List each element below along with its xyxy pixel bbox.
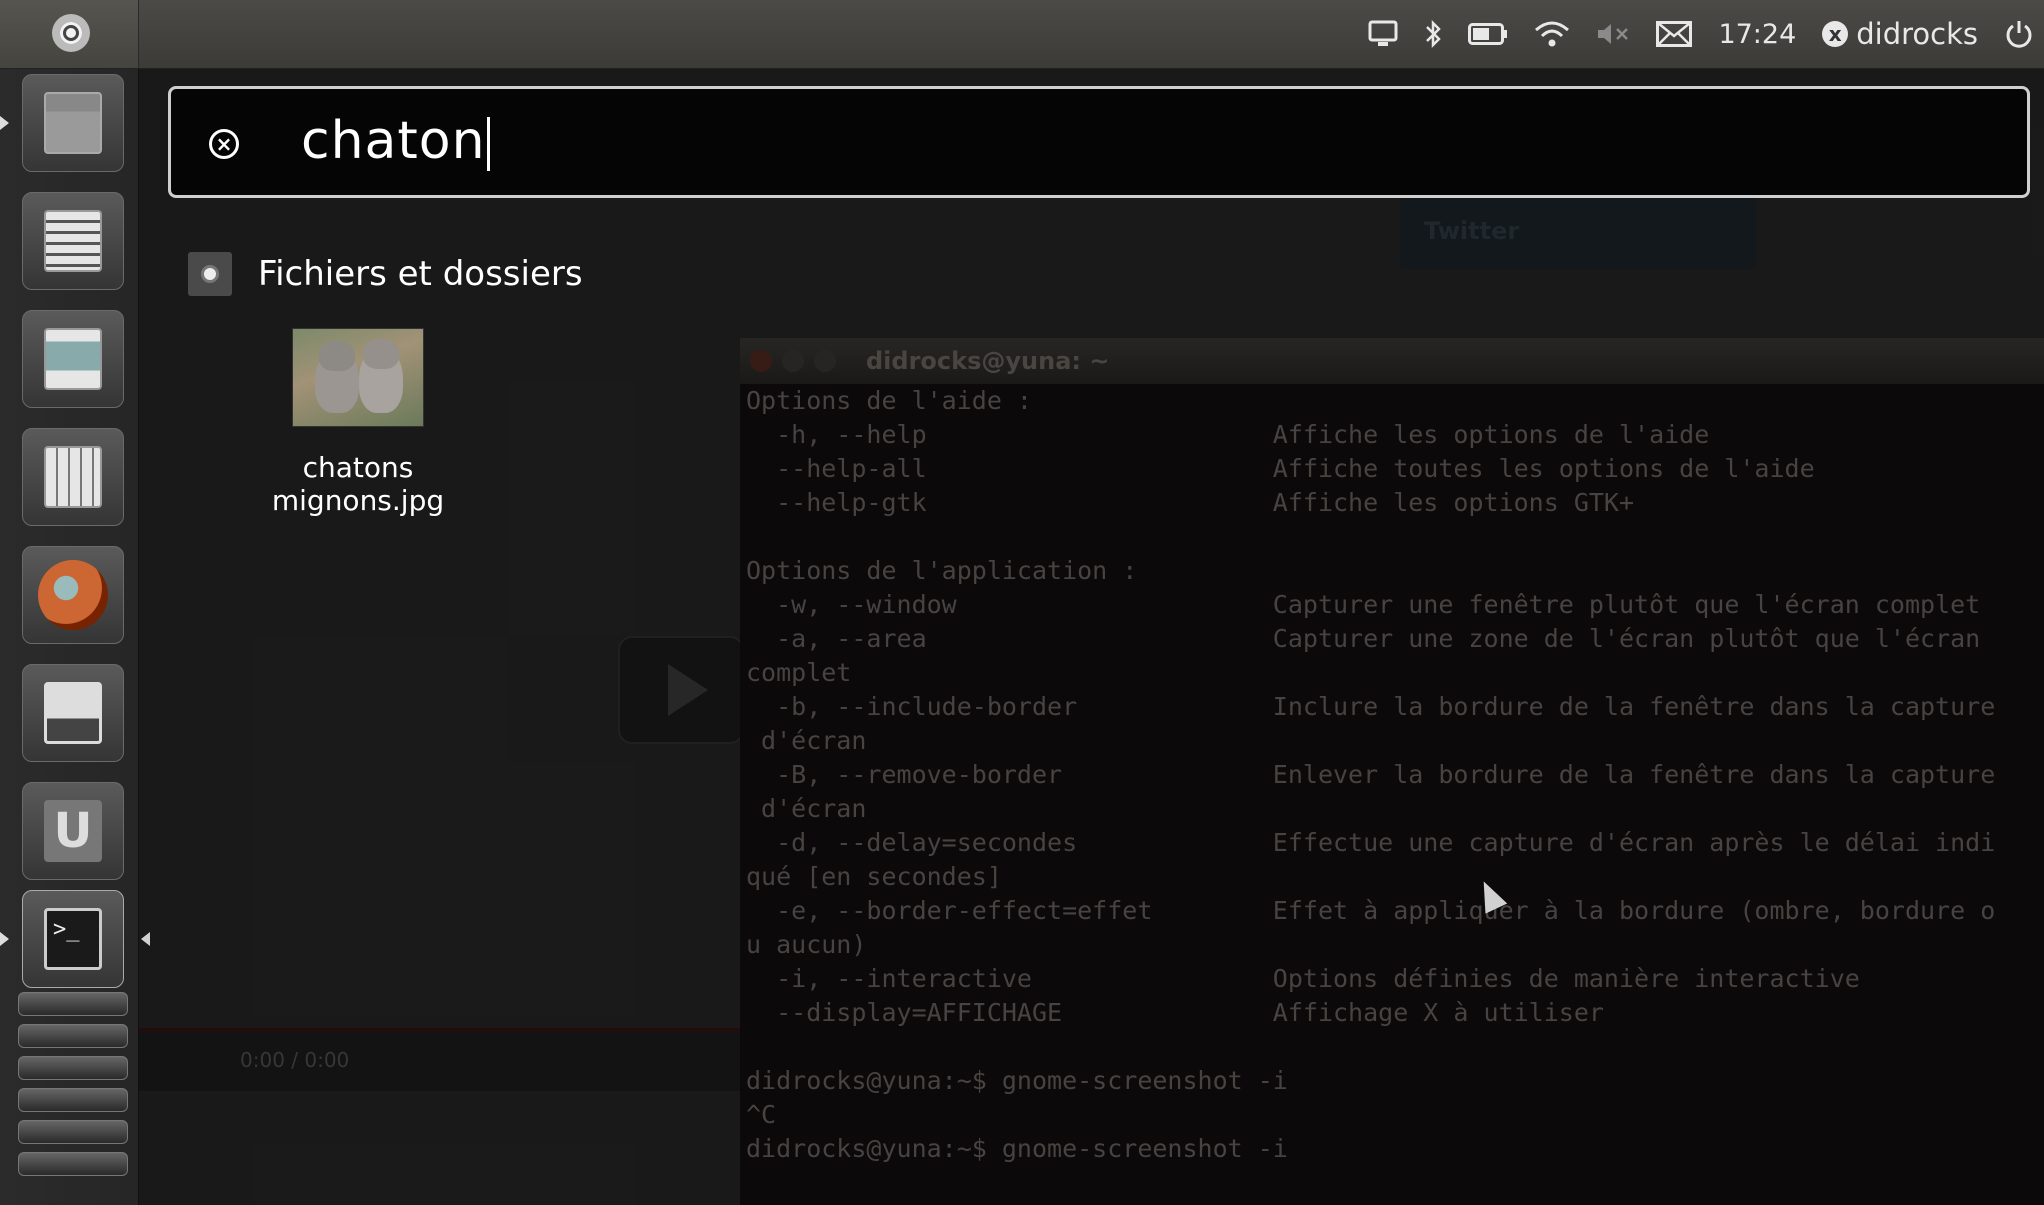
top-panel: 17:24 x didrocks xyxy=(0,0,2044,69)
user-status-icon: x xyxy=(1822,21,1849,47)
text-caret xyxy=(486,117,490,171)
firefox-icon xyxy=(38,560,108,630)
dash-home-button[interactable] xyxy=(0,0,139,68)
user-name: didrocks xyxy=(1856,17,1978,51)
wifi-icon[interactable] xyxy=(1534,20,1570,48)
terminal-icon: >_ xyxy=(44,908,102,970)
search-input[interactable]: chaton xyxy=(301,111,490,171)
ubuntu-logo-icon xyxy=(52,14,90,52)
launcher-shotwell[interactable] xyxy=(22,664,124,762)
calc-icon xyxy=(44,446,102,508)
computer-icon[interactable] xyxy=(1368,20,1398,48)
impress-icon xyxy=(44,328,102,390)
launcher-running-pip xyxy=(0,116,9,130)
writer-icon xyxy=(44,210,102,272)
dash-overlay xyxy=(138,68,2044,1205)
launcher-running-pip xyxy=(0,932,9,946)
launcher-libreoffice-calc[interactable] xyxy=(22,428,124,526)
power-icon[interactable] xyxy=(2004,19,2034,49)
results-category-header[interactable]: Fichiers et dossiers xyxy=(188,252,583,296)
launcher-item-folded[interactable] xyxy=(18,1024,128,1048)
launcher-item-folded[interactable] xyxy=(18,1120,128,1144)
battery-icon[interactable] xyxy=(1468,23,1508,45)
launcher-workspaces-folded[interactable] xyxy=(18,1088,128,1112)
launcher-libreoffice-writer[interactable] xyxy=(22,192,124,290)
launcher: U >_ xyxy=(0,68,150,1205)
dash-search-box[interactable]: × chaton xyxy=(168,86,2030,198)
mail-icon[interactable] xyxy=(1656,21,1693,47)
clear-search-icon[interactable]: × xyxy=(209,129,239,159)
result-item[interactable]: chatons mignons.jpg xyxy=(218,328,498,517)
user-indicator[interactable]: x didrocks xyxy=(1822,17,1978,51)
launcher-firefox[interactable] xyxy=(22,546,124,644)
bluetooth-icon[interactable] xyxy=(1424,19,1442,49)
image-thumbnail xyxy=(292,328,424,427)
launcher-terminal[interactable]: >_ xyxy=(22,890,124,988)
launcher-item-folded[interactable] xyxy=(18,1056,128,1080)
result-label: chatons mignons.jpg xyxy=(271,451,445,517)
files-lens-icon xyxy=(188,252,232,296)
launcher-chromium-folded[interactable] xyxy=(18,992,128,1016)
home-folder-icon xyxy=(44,92,102,154)
indicator-area: 17:24 x didrocks xyxy=(1368,0,2034,68)
category-label: Fichiers et dossiers xyxy=(258,254,583,294)
volume-muted-icon[interactable] xyxy=(1596,21,1630,47)
launcher-trash-folded[interactable] xyxy=(18,1152,128,1176)
clock[interactable]: 17:24 xyxy=(1718,19,1796,50)
launcher-home-folder[interactable] xyxy=(22,74,124,172)
launcher-libreoffice-impress[interactable] xyxy=(22,310,124,408)
launcher-ubuntu-one[interactable]: U xyxy=(22,782,124,880)
search-query: chaton xyxy=(301,111,486,171)
ubuntu-one-icon: U xyxy=(44,800,102,862)
image-viewer-icon xyxy=(44,682,102,744)
